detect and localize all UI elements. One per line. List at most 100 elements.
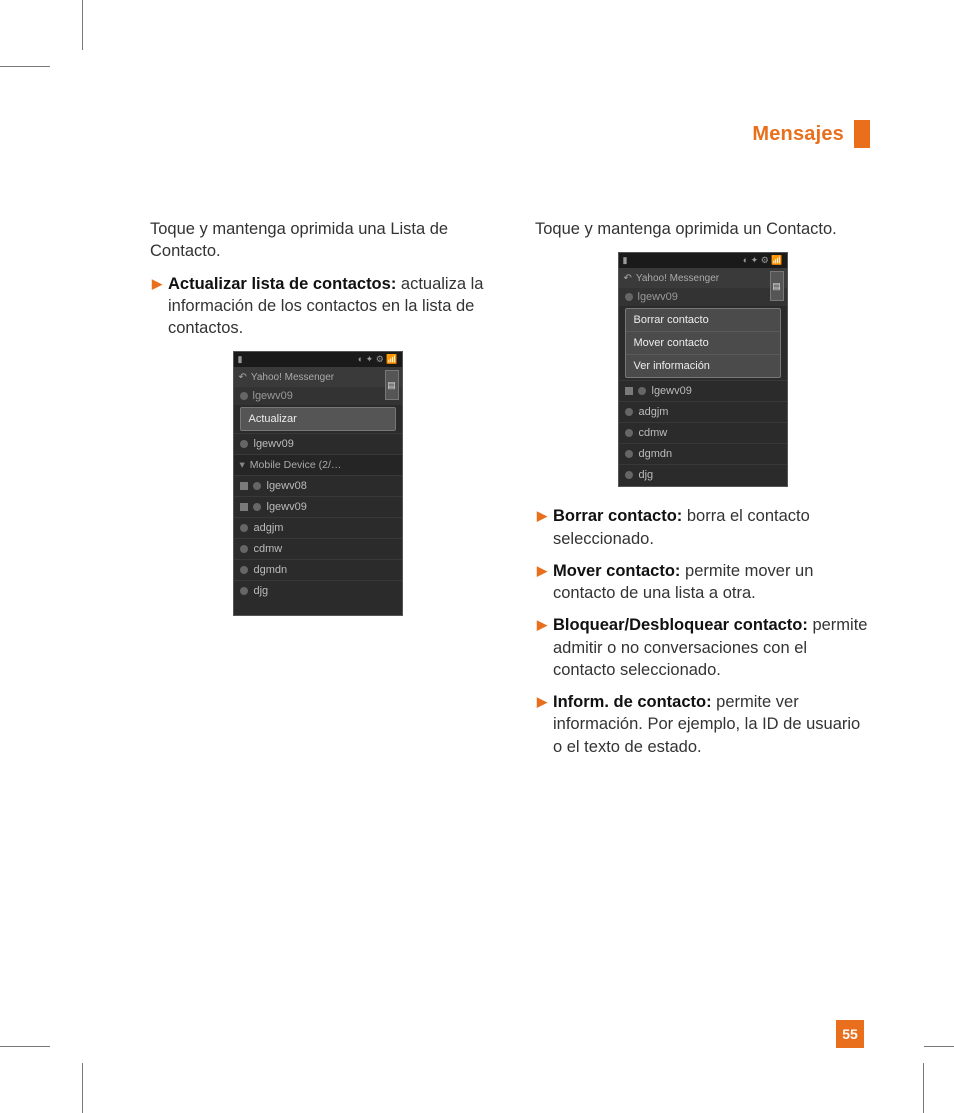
list-item: dgmdn: [234, 559, 402, 580]
app-title: Yahoo! Messenger: [636, 273, 719, 284]
contact-label: adgjm: [254, 522, 284, 534]
list-item: cdmw: [234, 538, 402, 559]
list-item: djg: [619, 464, 787, 485]
list-item: adgjm: [619, 401, 787, 422]
status-bar: ▮ ◐ ✦ ⚙ 📶: [234, 352, 402, 367]
bullet-item: ▶Bloquear/Desbloquear contacto: permite …: [535, 614, 870, 681]
phone-screenshot-left: ▮ ◐ ✦ ⚙ 📶 ↶ Yahoo! Messenger lgewv09 Actu…: [233, 351, 403, 616]
crop-mark: [82, 0, 83, 50]
user-bar: lgewv09: [619, 288, 787, 306]
user-bar: lgewv09: [234, 387, 402, 405]
bullet-bold: Borrar contacto:: [553, 507, 682, 525]
crop-mark: [923, 1063, 924, 1113]
user-name: lgewv09: [253, 390, 293, 402]
figure-left: ▮ ◐ ✦ ⚙ 📶 ↶ Yahoo! Messenger lgewv09 Actu…: [150, 351, 485, 616]
list-item: lgewv08: [234, 475, 402, 496]
list-item: lgewv09: [234, 496, 402, 517]
menu-button-icon: [385, 370, 399, 400]
signal-icon: ▮: [238, 354, 243, 365]
status-dot-icon: [625, 408, 633, 416]
list-item: dgmdn: [619, 443, 787, 464]
status-dot-icon: [625, 471, 633, 479]
status-dot-icon: [638, 387, 646, 395]
context-menu: Actualizar: [240, 407, 396, 431]
contact-label: cdmw: [254, 543, 283, 555]
crop-mark: [0, 66, 50, 67]
bullet-text: Bloquear/Desbloquear contacto: permite a…: [553, 614, 870, 681]
status-dot-icon: [253, 482, 261, 490]
menu-button-icon: [770, 271, 784, 301]
bullet-bold: Bloquear/Desbloquear contacto:: [553, 616, 808, 634]
menu-item: Ver información: [626, 355, 780, 377]
contact-list: lgewv09 Mobile Device (2/… lgewv08 lgewv09 a…: [234, 433, 402, 601]
crop-mark: [924, 1046, 954, 1047]
bullet-bold: Inform. de contacto:: [553, 693, 712, 711]
status-dot-icon: [625, 450, 633, 458]
app-icon: [625, 387, 633, 395]
triangle-icon: ▶: [537, 505, 547, 550]
bullet-text: Actualizar lista de contactos: actualiza…: [168, 273, 485, 340]
list-item: adgjm: [234, 517, 402, 538]
status-bar: ▮ ◐ ✦ ⚙ 📶: [619, 253, 787, 268]
app-title-bar: ↶ Yahoo! Messenger: [619, 268, 787, 288]
status-dot-icon: [625, 293, 633, 301]
contact-list: lgewv09 adgjm cdmw dgmdn djg: [619, 380, 787, 485]
status-icons: ◐ ✦ ⚙ 📶: [743, 255, 783, 266]
list-item: lgewv09: [234, 433, 402, 454]
contact-label: lgewv09: [254, 438, 294, 450]
user-name: lgewv09: [638, 291, 678, 303]
crop-mark: [82, 1063, 83, 1113]
header-title: Mensajes: [752, 123, 844, 146]
right-column: Toque y mantenga oprimida un Contacto. ▮…: [535, 218, 870, 768]
contact-label: dgmdn: [254, 564, 288, 576]
contact-label: adgjm: [639, 406, 669, 418]
section-header: Mensajes: [150, 120, 870, 148]
status-icons: ◐ ✦ ⚙ 📶: [358, 354, 398, 365]
triangle-icon: ▶: [537, 691, 547, 758]
app-icon: [240, 503, 248, 511]
left-intro: Toque y mantenga oprimida una Lista de C…: [150, 218, 485, 263]
contact-label: lgewv09: [267, 501, 307, 513]
bullet-item: ▶Mover contacto: permite mover un contac…: [535, 560, 870, 605]
app-title: Yahoo! Messenger: [251, 372, 334, 383]
list-item: lgewv09: [619, 380, 787, 401]
contact-label: lgewv09: [652, 385, 692, 397]
signal-icon: ▮: [623, 255, 628, 266]
status-dot-icon: [253, 503, 261, 511]
status-dot-icon: [240, 587, 248, 595]
menu-item: Borrar contacto: [626, 309, 780, 332]
contact-label: cdmw: [639, 427, 668, 439]
bullet-item: ▶Borrar contacto: borra el contacto sele…: [535, 505, 870, 550]
phone-screenshot-right: ▮ ◐ ✦ ⚙ 📶 ↶ Yahoo! Messenger lgewv09 Borr…: [618, 252, 788, 487]
status-dot-icon: [240, 524, 248, 532]
back-icon: ↶: [239, 372, 247, 383]
two-column-layout: Toque y mantenga oprimida una Lista de C…: [150, 218, 870, 768]
list-item: cdmw: [619, 422, 787, 443]
list-item: Mobile Device (2/…: [234, 454, 402, 475]
triangle-icon: ▶: [537, 614, 547, 681]
bullet-item: ▶Inform. de contacto: permite ver inform…: [535, 691, 870, 758]
header-tab-icon: [854, 120, 870, 148]
contact-label: djg: [639, 469, 654, 481]
list-item: djg: [234, 580, 402, 601]
bullet-text: Inform. de contacto: permite ver informa…: [553, 691, 870, 758]
contact-label: lgewv08: [267, 480, 307, 492]
app-icon: [240, 482, 248, 490]
bullet-bold: Mover contacto:: [553, 562, 680, 580]
triangle-icon: ▶: [152, 273, 162, 340]
status-dot-icon: [240, 545, 248, 553]
page-number: 55: [836, 1020, 864, 1048]
status-dot-icon: [625, 429, 633, 437]
context-menu: Borrar contacto Mover contacto Ver infor…: [625, 308, 781, 378]
bullet-actualizar: ▶ Actualizar lista de contactos: actuali…: [150, 273, 485, 340]
crop-mark: [0, 1046, 50, 1047]
menu-item: Mover contacto: [626, 332, 780, 355]
left-column: Toque y mantenga oprimida una Lista de C…: [150, 218, 485, 768]
contact-label: djg: [254, 585, 269, 597]
status-dot-icon: [240, 440, 248, 448]
page-content: Mensajes Toque y mantenga oprimida una L…: [150, 120, 870, 768]
bullet-text: Mover contacto: permite mover un contact…: [553, 560, 870, 605]
bullet-text: Borrar contacto: borra el contacto selec…: [553, 505, 870, 550]
contact-label: dgmdn: [639, 448, 673, 460]
figure-right: ▮ ◐ ✦ ⚙ 📶 ↶ Yahoo! Messenger lgewv09 Borr…: [535, 252, 870, 487]
